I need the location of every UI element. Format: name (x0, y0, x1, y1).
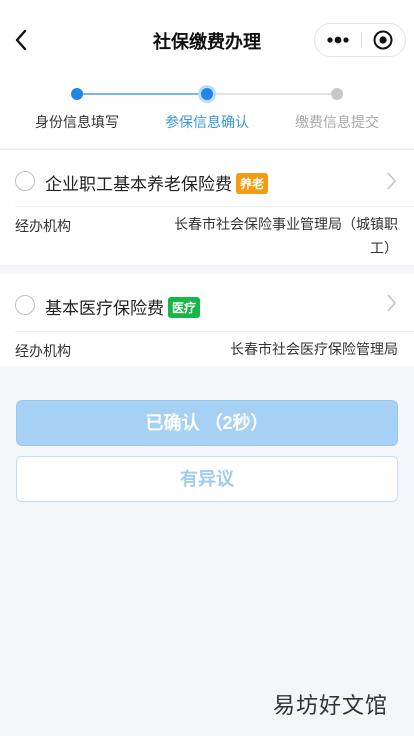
watermark-text: 易坊好文馆 (272, 693, 388, 718)
select-radio[interactable] (15, 171, 35, 191)
more-button[interactable] (315, 24, 361, 56)
agency-value: 长春市社会保险事业管理局（城镇职 工） (174, 212, 398, 260)
step-label-2: 参保信息确认 (165, 114, 249, 130)
agency-label: 经办机构 (15, 218, 71, 234)
agency-value-line1: 长春市社会保险事业管理局（城镇职 (174, 216, 398, 232)
step-connector-pending (207, 93, 337, 95)
medical-tag: 医疗 (168, 297, 201, 319)
step-label-3: 缴费信息提交 (295, 114, 379, 130)
item-title: 基本医疗保险费 医疗 (45, 294, 201, 320)
step-dot-2 (201, 88, 213, 100)
select-radio[interactable] (15, 295, 35, 315)
agency-label: 经办机构 (15, 343, 71, 359)
step-label-1: 身份信息填写 (35, 114, 119, 130)
step-connector-done (77, 93, 207, 95)
close-button[interactable] (362, 24, 406, 56)
target-close-icon (373, 30, 393, 50)
pension-tag: 养老 (236, 173, 269, 195)
agency-value: 长春市社会医疗保险管理局 (230, 341, 398, 357)
more-dots-icon (327, 36, 349, 44)
row-divider (15, 206, 414, 207)
insurance-item-medical[interactable]: 基本医疗保险费 医疗 经办机构 长春市社会医疗保险管理局 (0, 274, 414, 366)
row-divider (15, 331, 414, 332)
progress-steps: 身份信息填写 参保信息确认 缴费信息提交 (0, 80, 414, 148)
chevron-right-icon (387, 294, 397, 312)
agency-value-line2: 工） (370, 240, 398, 256)
item-title: 企业职工基本养老保险费 养老 (45, 170, 269, 196)
confirm-button[interactable]: 已确认 （2秒） (16, 400, 398, 446)
item-name: 基本医疗保险费 (45, 299, 164, 318)
nav-header: 社保缴费办理 (0, 0, 414, 80)
step-dot-3 (331, 88, 343, 100)
chevron-right-icon (387, 172, 397, 190)
step-dot-1 (71, 88, 83, 100)
dispute-button[interactable]: 有异议 (16, 456, 398, 502)
mini-program-capsule (314, 23, 406, 57)
item-name: 企业职工基本养老保险费 (45, 175, 232, 194)
insurance-item-pension[interactable]: 企业职工基本养老保险费 养老 经办机构 长春市社会保险事业管理局（城镇职 工） (0, 150, 414, 265)
